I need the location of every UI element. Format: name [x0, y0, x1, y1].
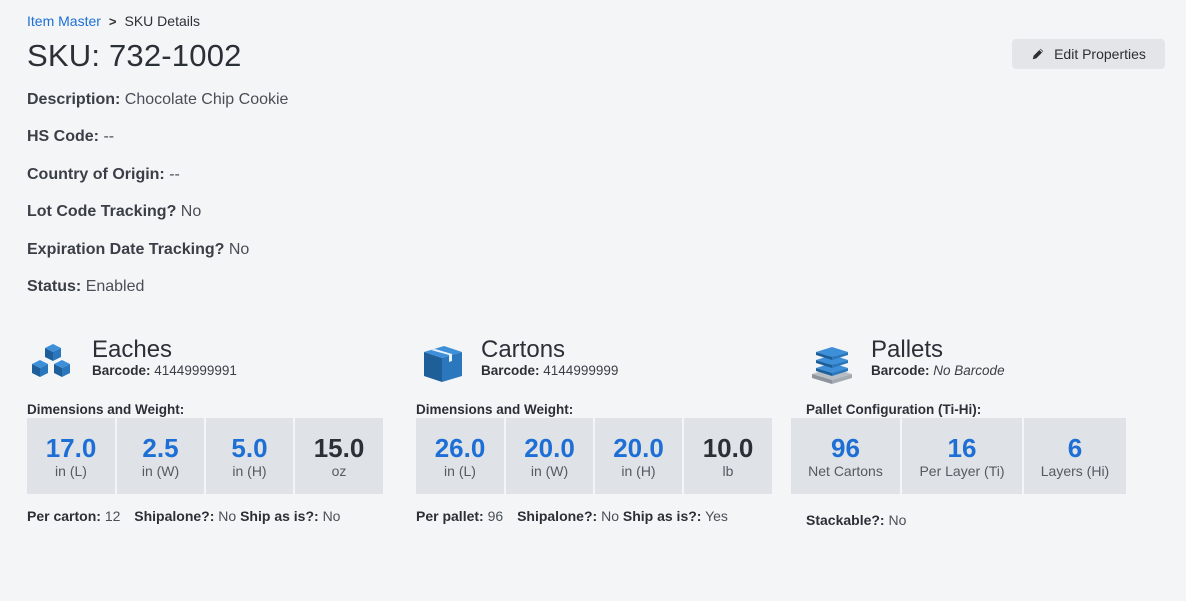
eaches-weight-value: 15.0: [313, 433, 365, 463]
pallets-barcode-label: Barcode:: [871, 363, 930, 378]
expiration-label: Expiration Date Tracking?: [27, 240, 225, 258]
eaches-barcode: Barcode: 41449999991: [92, 363, 237, 378]
page-title: SKU: 732-1002: [27, 38, 242, 73]
eaches-height-unit: in (H): [232, 463, 267, 479]
eaches-dims: 17.0 in (L) 2.5 in (W) 5.0 in (H) 15.0 oz: [27, 418, 383, 494]
cartons-dims-label: Dimensions and Weight:: [416, 402, 574, 417]
expiration-row: Expiration Date Tracking? No: [27, 240, 288, 277]
eaches-length-unit: in (L): [55, 463, 87, 479]
eaches-title: Eaches: [92, 336, 173, 363]
breadcrumb-separator-icon: >: [108, 13, 117, 29]
net-cartons-unit: Net Cartons: [808, 463, 883, 479]
cartons-weight-cell: 10.0 lb: [684, 418, 772, 494]
hs-code-row: HS Code: --: [27, 127, 288, 164]
eaches-shipalone-label: Shipalone?:: [134, 508, 215, 524]
eaches-width-value: 2.5: [142, 433, 179, 463]
per-carton-label: Per carton:: [27, 508, 101, 524]
eaches-weight-unit: oz: [331, 463, 347, 479]
lot-code-label: Lot Code Tracking?: [27, 203, 177, 221]
eaches-length-value: 17.0: [45, 433, 97, 463]
eaches-width-unit: in (W): [141, 463, 180, 479]
cartons-barcode-label: Barcode:: [481, 363, 540, 378]
description-label: Description:: [27, 91, 121, 108]
hs-code-label: HS Code:: [27, 128, 99, 146]
cartons-width-value: 20.0: [524, 433, 575, 463]
pallets-footer: Stackable?: No: [806, 512, 906, 528]
cartons-shipasis-value: Yes: [705, 508, 728, 524]
eaches-shipasis-label: Ship as is?:: [240, 508, 319, 524]
cartons-shipasis-label: Ship as is?:: [622, 508, 702, 524]
eaches-height-value: 5.0: [231, 433, 268, 463]
breadcrumb-current: SKU Details: [124, 13, 200, 29]
breadcrumb: Item Master > SKU Details: [27, 13, 200, 29]
lot-code-row: Lot Code Tracking? No: [27, 202, 288, 239]
eaches-height-cell: 5.0 in (H): [206, 418, 293, 494]
cartons-footer: Per pallet: 96 Shipalone?: No Ship as is…: [416, 508, 728, 524]
cartons-barcode-value: 4144999999: [543, 363, 619, 378]
cartons-shipalone-label: Shipalone?:: [517, 508, 598, 524]
cartons-height-unit: in (H): [621, 463, 656, 479]
edit-properties-label: Edit Properties: [1054, 46, 1146, 62]
cartons-height-cell: 20.0 in (H): [595, 418, 682, 494]
status-value: Enabled: [85, 277, 145, 295]
status-row: Status: Enabled: [27, 277, 288, 314]
pallet-config: 96 Net Cartons 16 Per Layer (Ti) 6 Layers (…: [791, 418, 1126, 494]
cartons-weight-value: 10.0: [702, 433, 754, 463]
eaches-shipasis-value: No: [322, 508, 341, 524]
sku-properties: Description: Chocolate Chip Cookie HS Co…: [27, 90, 288, 314]
pallets-barcode-value: No Barcode: [933, 363, 1005, 378]
eaches-length-cell: 17.0 in (L): [27, 418, 115, 494]
per-layer-cell: 16 Per Layer (Ti): [902, 418, 1022, 494]
pallet-config-label: Pallet Configuration (Ti-Hi):: [806, 402, 982, 417]
cartons-width-cell: 20.0 in (W): [506, 418, 593, 494]
description-row: Description: Chocolate Chip Cookie: [27, 90, 288, 127]
country-label: Country of Origin:: [27, 165, 165, 183]
eaches-dims-label: Dimensions and Weight:: [27, 402, 185, 417]
breadcrumb-item-master-link[interactable]: Item Master: [27, 13, 101, 29]
description-value: Chocolate Chip Cookie: [124, 91, 289, 108]
per-layer-value: 16: [947, 433, 977, 463]
net-cartons-cell: 96 Net Cartons: [791, 418, 900, 494]
layers-cell: 6 Layers (Hi): [1024, 418, 1126, 494]
country-value: --: [169, 165, 180, 183]
layers-value: 6: [1067, 433, 1083, 463]
cubes-icon: [32, 344, 70, 377]
eaches-barcode-value: 41449999991: [154, 363, 237, 378]
stackable-value: No: [888, 512, 907, 528]
cartons-length-unit: in (L): [444, 463, 476, 479]
cartons-width-unit: in (W): [530, 463, 569, 479]
status-label: Status:: [27, 277, 82, 295]
cartons-title: Cartons: [481, 336, 566, 363]
cartons-barcode: Barcode: 4144999999: [481, 363, 618, 378]
lot-code-value: No: [180, 203, 202, 221]
eaches-footer: Per carton: 12 Shipalone?: No Ship as is…: [27, 508, 340, 524]
cartons-shipalone-value: No: [601, 508, 619, 524]
eaches-shipalone-value: No: [218, 508, 237, 524]
per-pallet-label: Per pallet:: [416, 508, 484, 524]
eaches-width-cell: 2.5 in (W): [117, 418, 204, 494]
per-carton-value: 12: [104, 508, 121, 524]
pencil-icon: [1032, 48, 1044, 60]
pallet-icon: [812, 347, 852, 384]
per-layer-unit: Per Layer (Ti): [919, 463, 1005, 479]
net-cartons-value: 96: [831, 433, 860, 463]
eaches-barcode-label: Barcode:: [92, 363, 151, 378]
eaches-weight-cell: 15.0 oz: [295, 418, 383, 494]
pallets-barcode: Barcode: No Barcode: [871, 363, 1005, 378]
per-pallet-value: 96: [487, 508, 504, 524]
country-row: Country of Origin: --: [27, 165, 288, 202]
hs-code-value: --: [103, 128, 115, 146]
edit-properties-button[interactable]: Edit Properties: [1012, 39, 1165, 69]
cartons-dims: 26.0 in (L) 20.0 in (W) 20.0 in (H) 10.0 lb: [416, 418, 772, 494]
cartons-weight-unit: lb: [722, 463, 734, 479]
layers-unit: Layers (Hi): [1040, 463, 1110, 479]
pallets-title: Pallets: [871, 336, 944, 363]
cartons-height-value: 20.0: [613, 433, 664, 463]
cartons-length-value: 26.0: [434, 433, 486, 463]
expiration-value: No: [228, 240, 250, 258]
box-icon: [424, 346, 462, 382]
stackable-label: Stackable?:: [806, 512, 885, 528]
cartons-length-cell: 26.0 in (L): [416, 418, 504, 494]
